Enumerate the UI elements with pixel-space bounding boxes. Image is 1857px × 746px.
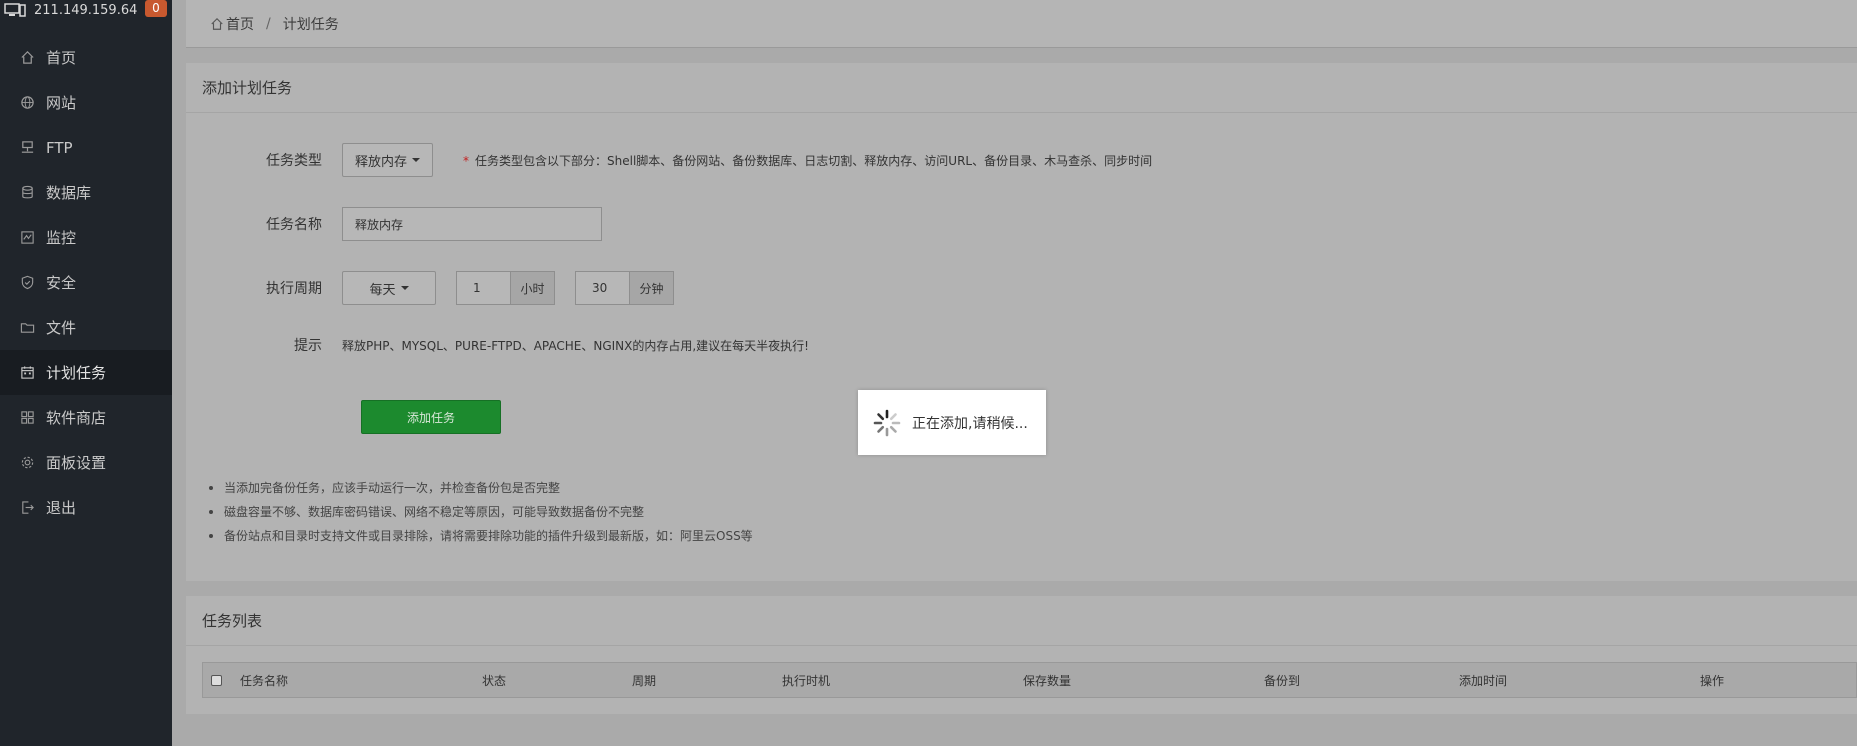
column-header: 状态 — [482, 673, 507, 688]
sidebar-item-label: 首页 — [46, 49, 77, 67]
column-header: 备份到 — [1264, 673, 1301, 688]
minute-unit: 分钟 — [630, 271, 674, 305]
minute-input[interactable]: 30 — [575, 271, 630, 305]
task-type-hint-text: 任务类型包含以下部分：Shell脚本、备份网站、备份数据库、日志切割、释放内存、… — [475, 153, 1153, 168]
panel-title: 添加计划任务 — [186, 63, 1857, 113]
task-type-label: 任务类型 — [266, 153, 322, 169]
loading-text: 正在添加,请稍候... — [912, 415, 1028, 432]
sidebar-item-cron[interactable]: 计划任务 — [0, 350, 172, 395]
sidebar-item-label: 数据库 — [46, 184, 92, 202]
breadcrumb-home[interactable]: 首页 — [226, 14, 254, 34]
sidebar-item-label: 面板设置 — [46, 454, 107, 472]
folder-icon — [19, 320, 35, 336]
task-type-hint: * 任务类型包含以下部分：Shell脚本、备份网站、备份数据库、日志切割、释放内存… — [463, 152, 1152, 169]
calendar-icon — [19, 365, 35, 381]
main-content: 首页 / 计划任务 添加计划任务 任务类型 释放内存 * 任务类型包含以下部分：S… — [172, 0, 1857, 746]
sidebar-item-monitor[interactable]: 监控 — [0, 215, 172, 260]
column-header: 任务名称 — [240, 673, 289, 688]
add-task-panel: 添加计划任务 任务类型 释放内存 * 任务类型包含以下部分：Shell脚本、备份网… — [186, 63, 1857, 581]
task-list-panel: 任务列表 任务名称 状态 周期 执行时机 保存数量 备份到 添加时间 操作 — [186, 596, 1857, 714]
tip-text: 释放PHP、MYSQL、PURE-FTPD、APACHE、NGINX的内存占用,… — [342, 338, 809, 353]
column-header: 操作 — [1700, 673, 1725, 688]
tip-label: 提示 — [294, 338, 322, 354]
task-name-row: 任务名称 释放内存 — [186, 207, 602, 241]
period-row: 执行周期 每天 1 小时 30 分钟 — [186, 271, 674, 305]
home-icon[interactable] — [210, 17, 224, 31]
sidebar-item-logout[interactable]: 退出 — [0, 485, 172, 530]
column-header: 保存数量 — [1023, 673, 1072, 688]
server-info: 211.149.159.64 0 — [0, 0, 172, 20]
task-name-label: 任务名称 — [266, 217, 322, 233]
sidebar-menu: 首页 网站 FTP 数据库 监控 安全 文件 计划任务 软件商店 面板设置 退出 — [0, 35, 172, 530]
sidebar-item-files[interactable]: 文件 — [0, 305, 172, 350]
minute-group: 30 分钟 — [575, 271, 674, 305]
sidebar-item-label: 文件 — [46, 319, 77, 337]
database-icon — [19, 185, 35, 201]
sidebar-item-store[interactable]: 软件商店 — [0, 395, 172, 440]
server-ip: 211.149.159.64 — [34, 2, 138, 18]
sidebar-item-label: 监控 — [46, 229, 77, 247]
sidebar-item-label: 计划任务 — [46, 364, 107, 382]
sidebar-item-settings[interactable]: 面板设置 — [0, 440, 172, 485]
notes-list: 当添加完备份任务，应该手动运行一次，并检查备份包是否完整 磁盘容量不够、数据库密… — [206, 476, 753, 548]
grid-icon — [19, 410, 35, 426]
column-header: 添加时间 — [1459, 673, 1508, 688]
sidebar-item-home[interactable]: 首页 — [0, 35, 172, 80]
sidebar-item-label: 软件商店 — [46, 409, 107, 427]
add-task-button[interactable]: 添加任务 — [361, 400, 501, 434]
panel-title: 任务列表 — [186, 596, 1857, 646]
gear-icon — [19, 455, 35, 471]
period-label: 执行周期 — [266, 281, 322, 297]
required-star: * — [463, 153, 470, 168]
caret-down-icon — [412, 158, 421, 162]
breadcrumb-separator: / — [266, 15, 271, 32]
task-type-value: 释放内存 — [355, 154, 408, 170]
sidebar-item-label: 安全 — [46, 274, 77, 292]
server-monitor-icon — [4, 3, 26, 17]
table-header: 任务名称 状态 周期 执行时机 保存数量 备份到 添加时间 操作 — [202, 662, 1857, 698]
hour-unit: 小时 — [511, 271, 555, 305]
breadcrumb: 首页 / 计划任务 — [186, 0, 1857, 48]
alert-badge[interactable]: 0 — [145, 0, 167, 17]
sidebar-item-label: 退出 — [46, 499, 77, 517]
column-header: 周期 — [632, 673, 657, 688]
home-icon — [19, 50, 35, 66]
ftp-icon — [19, 140, 35, 156]
task-name-input[interactable]: 释放内存 — [342, 207, 602, 241]
list-item: 当添加完备份任务，应该手动运行一次，并检查备份包是否完整 — [206, 476, 753, 500]
column-header: 执行时机 — [782, 673, 831, 688]
monitor-icon — [19, 230, 35, 246]
sidebar-item-label: FTP — [46, 138, 73, 157]
loading-dialog: 正在添加,请稍候... — [858, 390, 1046, 455]
hour-input[interactable]: 1 — [456, 271, 511, 305]
breadcrumb-current: 计划任务 — [282, 16, 339, 33]
caret-down-icon — [400, 286, 409, 290]
list-item: 备份站点和目录时支持文件或目录排除，请将需要排除功能的插件升级到最新版，如：阿里… — [206, 524, 753, 548]
task-type-select[interactable]: 释放内存 — [342, 143, 434, 177]
sidebar-item-label: 网站 — [46, 94, 77, 112]
sidebar-item-database[interactable]: 数据库 — [0, 170, 172, 215]
sidebar-item-security[interactable]: 安全 — [0, 260, 172, 305]
select-all-checkbox[interactable] — [211, 674, 222, 686]
list-item: 磁盘容量不够、数据库密码错误、网络不稳定等原因，可能导致数据备份不完整 — [206, 500, 753, 524]
spinner-icon — [873, 409, 901, 436]
globe-icon — [19, 95, 35, 111]
sidebar-item-website[interactable]: 网站 — [0, 80, 172, 125]
tip-row: 提示 释放PHP、MYSQL、PURE-FTPD、APACHE、NGINX的内存… — [186, 335, 809, 355]
sidebar-item-ftp[interactable]: FTP — [0, 125, 172, 170]
logout-icon — [19, 500, 35, 516]
period-select[interactable]: 每天 — [342, 271, 436, 305]
period-value: 每天 — [369, 282, 396, 298]
shield-icon — [19, 275, 35, 291]
task-type-row: 任务类型 释放内存 * 任务类型包含以下部分：Shell脚本、备份网站、备份数据库… — [186, 143, 1152, 177]
hour-group: 1 小时 — [456, 271, 555, 305]
sidebar: 211.149.159.64 0 首页 网站 FTP 数据库 监控 安全 文件 … — [0, 0, 172, 746]
